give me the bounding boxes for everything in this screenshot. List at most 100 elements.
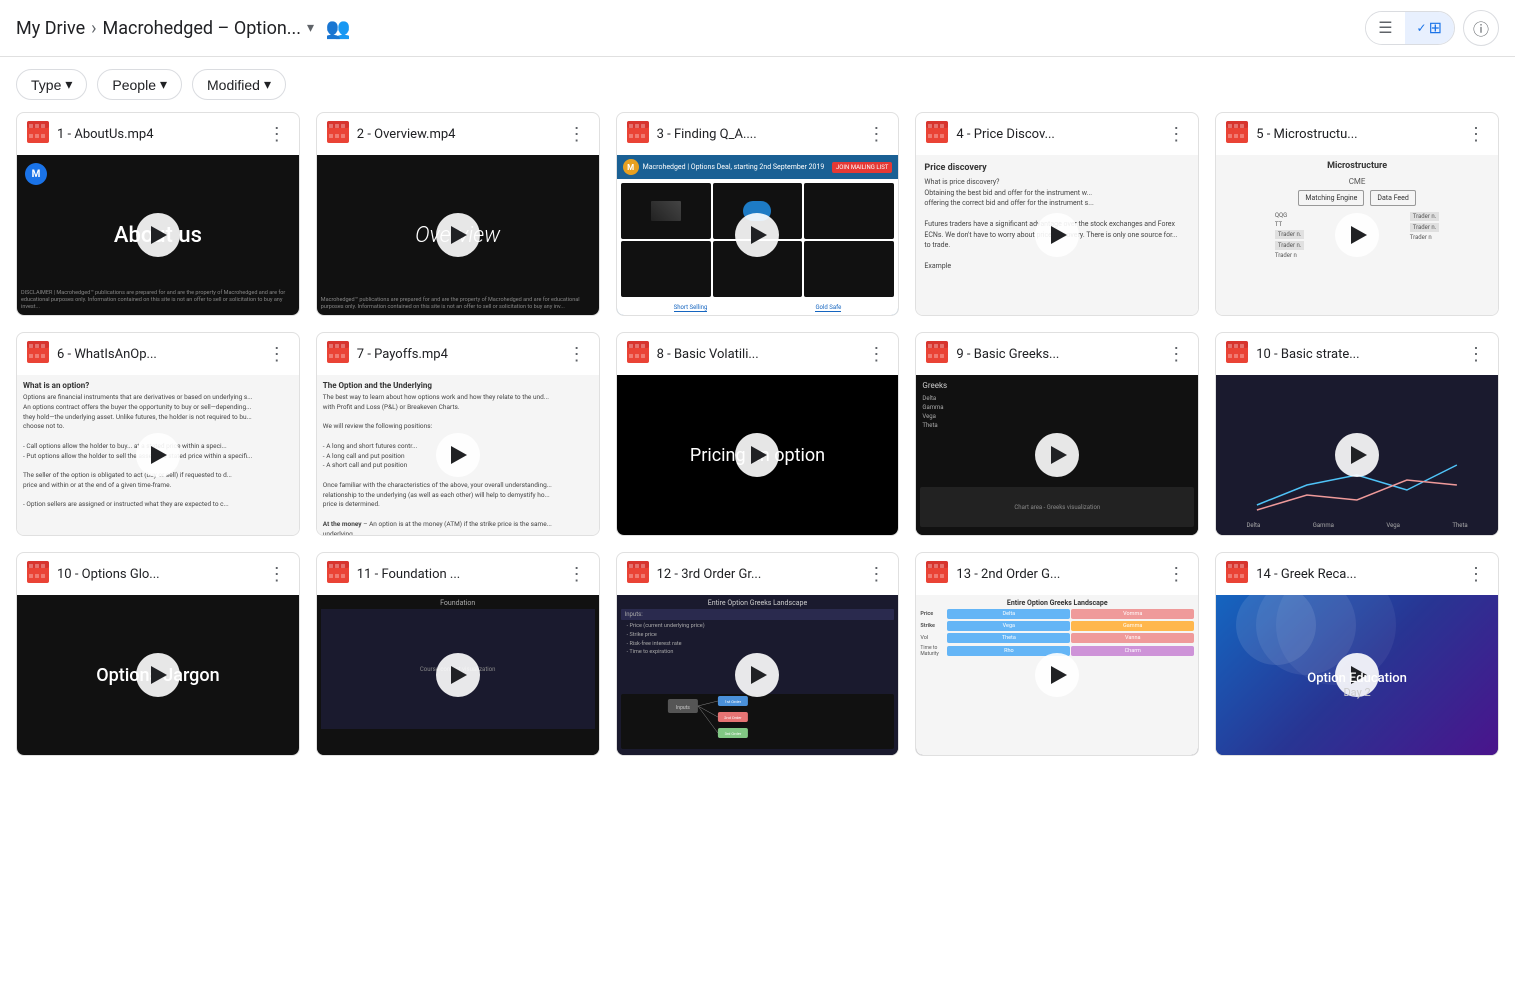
card-header: 12 - 3rd Order Gr... ⋮ <box>617 553 899 595</box>
card-menu-button[interactable]: ⋮ <box>1464 342 1488 366</box>
video-file-icon-wrapper <box>1226 121 1248 147</box>
video-card-9[interactable]: 9 - Basic Greeks... ⋮ Greeks DeltaGammaV… <box>915 332 1199 536</box>
video-file-icon-wrapper <box>27 341 49 367</box>
play-button[interactable] <box>436 433 480 477</box>
header: My Drive › Macrohedged – Option... ▾ 👥 ☰… <box>0 0 1515 57</box>
modified-filter-button[interactable]: Modified ▾ <box>192 69 286 100</box>
card-menu-button[interactable]: ⋮ <box>864 122 888 146</box>
card-thumbnail[interactable]: The Option and the Underlying The best w… <box>317 375 599 535</box>
video-card-15[interactable]: 14 - Greek Reca... ⋮ Option Education Da… <box>1215 552 1499 756</box>
card-header: 7 - Payoffs.mp4 ⋮ <box>317 333 599 375</box>
card-title: 8 - Basic Volatili... <box>657 347 857 362</box>
check-icon: ✓ <box>1417 21 1427 35</box>
card-thumbnail[interactable]: Foundation Course content visualization <box>317 595 599 755</box>
card-thumbnail[interactable]: What is an option? Options are financial… <box>17 375 299 535</box>
play-button[interactable] <box>1035 653 1079 697</box>
card-menu-button[interactable]: ⋮ <box>1164 342 1188 366</box>
video-card-6[interactable]: 6 - WhatIsAnOp... ⋮ What is an option? O… <box>16 332 300 536</box>
type-filter-button[interactable]: Type ▾ <box>16 69 87 100</box>
card-thumbnail[interactable]: M About us DISCLAIMER | Macrohedged™ pub… <box>17 155 299 315</box>
play-button[interactable] <box>1035 433 1079 477</box>
view-toggle: ☰ ✓ ⊞ <box>1365 11 1455 45</box>
card-thumbnail[interactable]: Options Jargon <box>17 595 299 755</box>
card-title: 10 - Basic strate... <box>1256 347 1456 362</box>
play-triangle-icon <box>1051 446 1067 464</box>
video-card-1[interactable]: 1 - AboutUs.mp4 ⋮ M About us DISCLAIMER … <box>16 112 300 316</box>
card-header: 10 - Options Glo... ⋮ <box>17 553 299 595</box>
card-menu-button[interactable]: ⋮ <box>1164 562 1188 586</box>
video-card-10[interactable]: 10 - Basic strate... ⋮ DeltaGammaVegaThe… <box>1215 332 1499 536</box>
video-file-icon-wrapper <box>627 121 649 147</box>
play-button[interactable] <box>136 213 180 257</box>
play-button[interactable] <box>735 213 779 257</box>
video-file-icon <box>327 341 349 363</box>
video-file-icon-wrapper <box>627 341 649 367</box>
card-thumbnail[interactable]: Overview Macrohedged™ publications are p… <box>317 155 599 315</box>
play-button[interactable] <box>136 653 180 697</box>
video-card-8[interactable]: 8 - Basic Volatili... ⋮ Pricing an optio… <box>616 332 900 536</box>
card-header: 13 - 2nd Order G... ⋮ <box>916 553 1198 595</box>
card-title: 7 - Payoffs.mp4 <box>357 347 557 362</box>
play-button[interactable] <box>1335 433 1379 477</box>
card-thumbnail[interactable]: Entire Option Greeks Landscape Inputs: -… <box>617 595 899 755</box>
card-title: 4 - Price Discov... <box>956 127 1156 142</box>
card-menu-button[interactable]: ⋮ <box>864 562 888 586</box>
card-menu-button[interactable]: ⋮ <box>265 122 289 146</box>
people-filter-button[interactable]: People ▾ <box>97 69 182 100</box>
card-header: 6 - WhatIsAnOp... ⋮ <box>17 333 299 375</box>
video-file-icon-wrapper <box>27 561 49 587</box>
video-card-4[interactable]: 4 - Price Discov... ⋮ Price discovery Wh… <box>915 112 1199 316</box>
play-button[interactable] <box>1335 213 1379 257</box>
card-thumbnail[interactable]: Microstructure CME Matching Engine Data … <box>1216 155 1498 315</box>
info-button[interactable]: ⓘ <box>1463 10 1499 46</box>
video-card-12[interactable]: 11 - Foundation ... ⋮ Foundation Course … <box>316 552 600 756</box>
my-drive-link[interactable]: My Drive <box>16 18 85 39</box>
card-menu-button[interactable]: ⋮ <box>1464 562 1488 586</box>
video-file-icon-wrapper <box>27 121 49 147</box>
card-menu-button[interactable]: ⋮ <box>265 342 289 366</box>
card-thumbnail[interactable]: DeltaGammaVegaTheta <box>1216 375 1498 535</box>
card-thumbnail[interactable]: Greeks DeltaGammaVegaTheta Chart area - … <box>916 375 1198 535</box>
header-actions: ☰ ✓ ⊞ ⓘ <box>1365 10 1499 46</box>
card-thumbnail[interactable]: Pricing an option <box>617 375 899 535</box>
play-button[interactable] <box>436 653 480 697</box>
video-file-icon-wrapper <box>1226 341 1248 367</box>
card-menu-button[interactable]: ⋮ <box>565 562 589 586</box>
folder-dropdown-icon[interactable]: ▾ <box>307 20 314 36</box>
video-card-3[interactable]: 3 - Finding Q_A.... ⋮ M Macrohedged | Op… <box>616 112 900 316</box>
video-file-icon <box>27 341 49 363</box>
card-header: 5 - Microstructu... ⋮ <box>1216 113 1498 155</box>
video-card-2[interactable]: 2 - Overview.mp4 ⋮ Overview Macrohedged™… <box>316 112 600 316</box>
card-menu-button[interactable]: ⋮ <box>565 122 589 146</box>
grid-view-button[interactable]: ✓ ⊞ <box>1405 12 1454 44</box>
card-menu-button[interactable]: ⋮ <box>864 342 888 366</box>
video-card-7[interactable]: 7 - Payoffs.mp4 ⋮ The Option and the Und… <box>316 332 600 536</box>
video-grid: 1 - AboutUs.mp4 ⋮ M About us DISCLAIMER … <box>0 112 1515 772</box>
play-button[interactable] <box>136 433 180 477</box>
card-thumbnail[interactable]: M Macrohedged | Options Deal, starting 2… <box>617 155 899 315</box>
list-view-button[interactable]: ☰ <box>1366 12 1404 44</box>
video-card-13[interactable]: 12 - 3rd Order Gr... ⋮ Entire Option Gre… <box>616 552 900 756</box>
card-header: 11 - Foundation ... ⋮ <box>317 553 599 595</box>
card-header: 4 - Price Discov... ⋮ <box>916 113 1198 155</box>
play-button[interactable] <box>436 213 480 257</box>
video-file-icon <box>627 341 649 363</box>
manage-people-button[interactable]: 👥 <box>320 10 356 46</box>
card-menu-button[interactable]: ⋮ <box>1164 122 1188 146</box>
video-card-5[interactable]: 5 - Microstructu... ⋮ Microstructure CME… <box>1215 112 1499 316</box>
card-thumbnail[interactable]: Price discovery What is price discovery?… <box>916 155 1198 315</box>
video-card-14[interactable]: 13 - 2nd Order G... ⋮ Entire Option Gree… <box>915 552 1199 756</box>
card-thumbnail[interactable]: Entire Option Greeks Landscape Price Del… <box>916 595 1198 755</box>
video-card-11[interactable]: 10 - Options Glo... ⋮ Options Jargon <box>16 552 300 756</box>
type-filter-label: Type <box>31 77 61 93</box>
card-menu-button[interactable]: ⋮ <box>265 562 289 586</box>
play-button[interactable] <box>735 653 779 697</box>
card-title: 6 - WhatIsAnOp... <box>57 347 257 362</box>
video-file-icon <box>1226 121 1248 143</box>
card-menu-button[interactable]: ⋮ <box>565 342 589 366</box>
play-button[interactable] <box>735 433 779 477</box>
card-menu-button[interactable]: ⋮ <box>1464 122 1488 146</box>
video-file-icon <box>926 121 948 143</box>
play-button[interactable] <box>1035 213 1079 257</box>
card-thumbnail[interactable]: Option Education Day 2 <box>1216 595 1498 755</box>
